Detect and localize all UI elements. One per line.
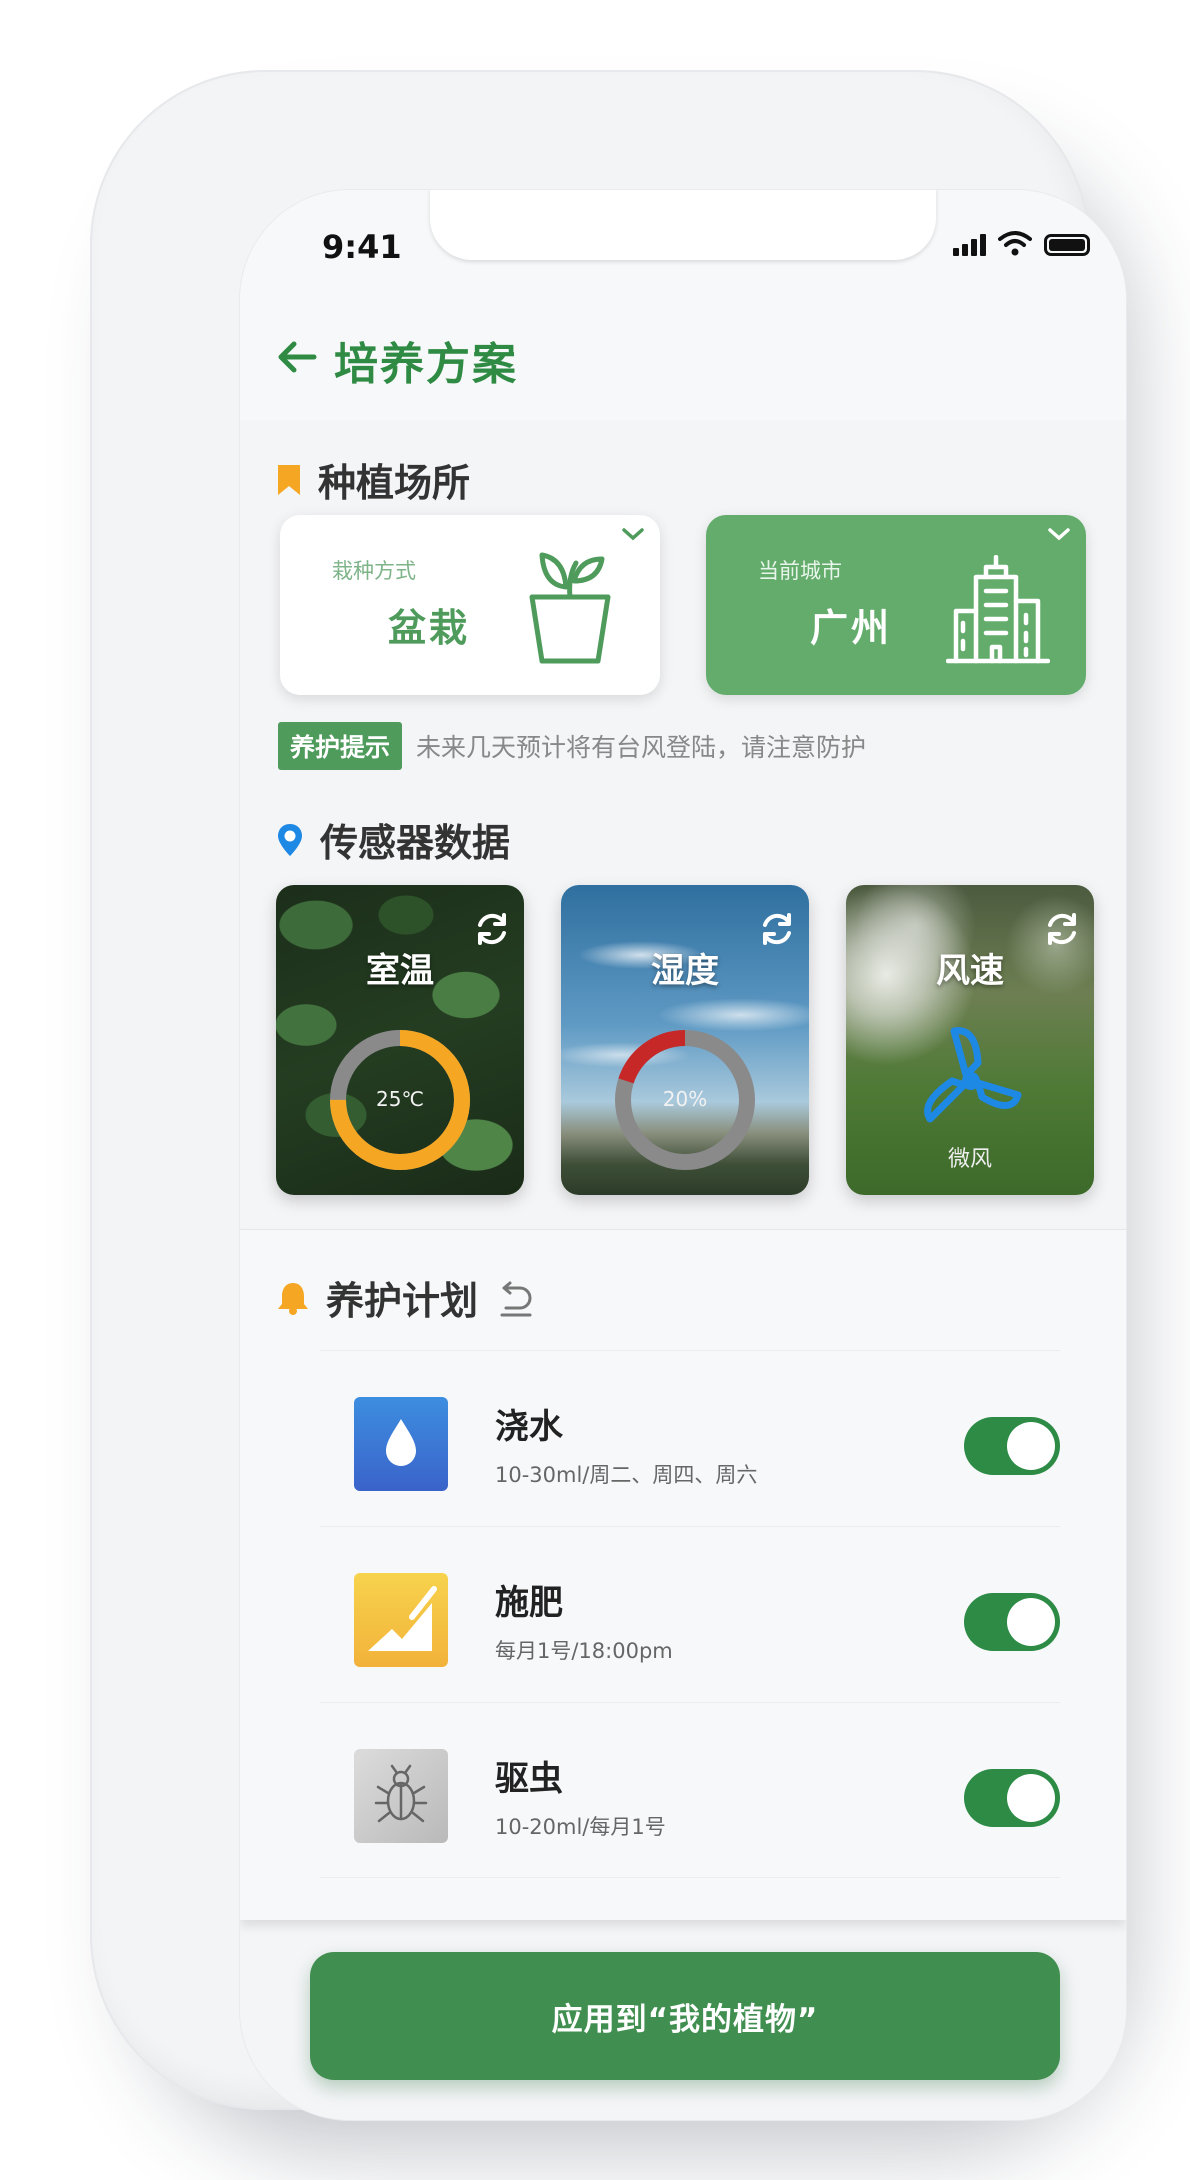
page-title: 培养方案 <box>334 339 518 390</box>
humidity-value: 20% <box>662 1087 708 1111</box>
plan-item-pest-control: 驱虫 10-20ml/每月1号 <box>320 1702 1060 1878</box>
plan-item-title: 驱虫 <box>495 1759 563 1799</box>
plan-item-detail: 每月1号/18:00pm <box>495 1639 673 1663</box>
bug-icon <box>354 1749 448 1843</box>
status-icons <box>953 230 1090 256</box>
signal-icon <box>953 234 986 256</box>
watering-toggle[interactable] <box>964 1417 1060 1475</box>
tip-text: 未来几天预计将有台风登陆，请注意防护 <box>416 733 867 762</box>
plan-item-detail: 10-30ml/周二、周四、周六 <box>495 1463 758 1487</box>
temperature-sensor-card[interactable]: 室温 25℃ <box>276 885 524 1195</box>
plan-title: 养护计划 <box>326 1279 479 1323</box>
plan-item-watering: 浇水 10-30ml/周二、周四、周六 <box>320 1350 1060 1526</box>
status-time: 9:41 <box>322 228 402 266</box>
wind-sensor-card[interactable]: 风速 微风 <box>846 885 1094 1195</box>
water-drop-icon <box>354 1397 448 1491</box>
planting-header: 种植场所 <box>276 452 470 507</box>
chevron-down-icon <box>1048 528 1070 541</box>
apply-to-my-plants-button[interactable]: 应用到“我的植物” <box>310 1952 1060 2080</box>
sensors-header: 传感器数据 <box>276 812 510 867</box>
building-icon <box>946 555 1050 664</box>
method-caption: 栽种方式 <box>332 559 416 583</box>
planting-method-card[interactable]: 栽种方式 盆栽 <box>280 515 660 695</box>
plan-item-fertilizing: 施肥 每月1号/18:00pm <box>320 1526 1060 1702</box>
bookmark-icon <box>278 464 300 495</box>
wifi-icon <box>998 231 1032 256</box>
refresh-icon[interactable] <box>755 907 799 951</box>
humidity-sensor-card[interactable]: 湿度 20% <box>561 885 809 1195</box>
bell-icon <box>278 1282 308 1315</box>
care-plan-panel: 养护计划 浇水 10-30ml/周二、周四、周六 施肥 每月1号/18:00pm… <box>240 1230 1126 1920</box>
fertilizing-toggle[interactable] <box>964 1593 1060 1651</box>
battery-icon <box>1044 234 1090 256</box>
city-value: 广州 <box>810 606 893 650</box>
wind-value: 微风 <box>947 1147 992 1172</box>
plan-header: 养护计划 <box>276 1270 538 1325</box>
status-bar: 9:41 <box>240 190 1126 300</box>
notch <box>430 190 936 260</box>
toggle-knob <box>1007 1422 1055 1470</box>
nav-bar: 培养方案 <box>240 300 1126 420</box>
city-caption: 当前城市 <box>758 559 842 583</box>
refresh-icon[interactable] <box>470 907 514 951</box>
planting-title: 种植场所 <box>318 461 471 505</box>
plan-item-title: 施肥 <box>495 1583 563 1623</box>
fertilizer-icon <box>354 1573 448 1667</box>
refresh-icon[interactable] <box>1040 907 1084 951</box>
plan-item-title: 浇水 <box>495 1407 563 1447</box>
toggle-knob <box>1007 1598 1055 1646</box>
tip-badge: 养护提示 <box>278 722 403 770</box>
plan-item-detail: 10-20ml/每月1号 <box>495 1815 666 1839</box>
app-screen: 9:41 培养方案 种植场所 栽种方式 盆栽 当前城市 广州 养护提示 未来几天… <box>240 190 1126 2120</box>
phone-frame: 9:41 培养方案 种植场所 栽种方式 盆栽 当前城市 广州 养护提示 未来几天… <box>90 70 1126 2120</box>
plant-pot-icon <box>529 552 611 664</box>
sensors-title: 传感器数据 <box>320 821 511 865</box>
temperature-value: 25℃ <box>376 1087 424 1111</box>
reset-icon[interactable] <box>494 1278 538 1318</box>
chevron-down-icon <box>622 528 644 541</box>
pest-control-toggle[interactable] <box>964 1769 1060 1827</box>
arrow-left-icon[interactable] <box>274 334 320 380</box>
location-pin-icon <box>278 823 302 856</box>
method-value: 盆栽 <box>388 606 471 650</box>
current-city-card[interactable]: 当前城市 广州 <box>706 515 1086 695</box>
fan-icon <box>924 1027 1022 1123</box>
toggle-knob <box>1007 1774 1055 1822</box>
care-tip: 养护提示 未来几天预计将有台风登陆，请注意防护 <box>278 722 866 770</box>
